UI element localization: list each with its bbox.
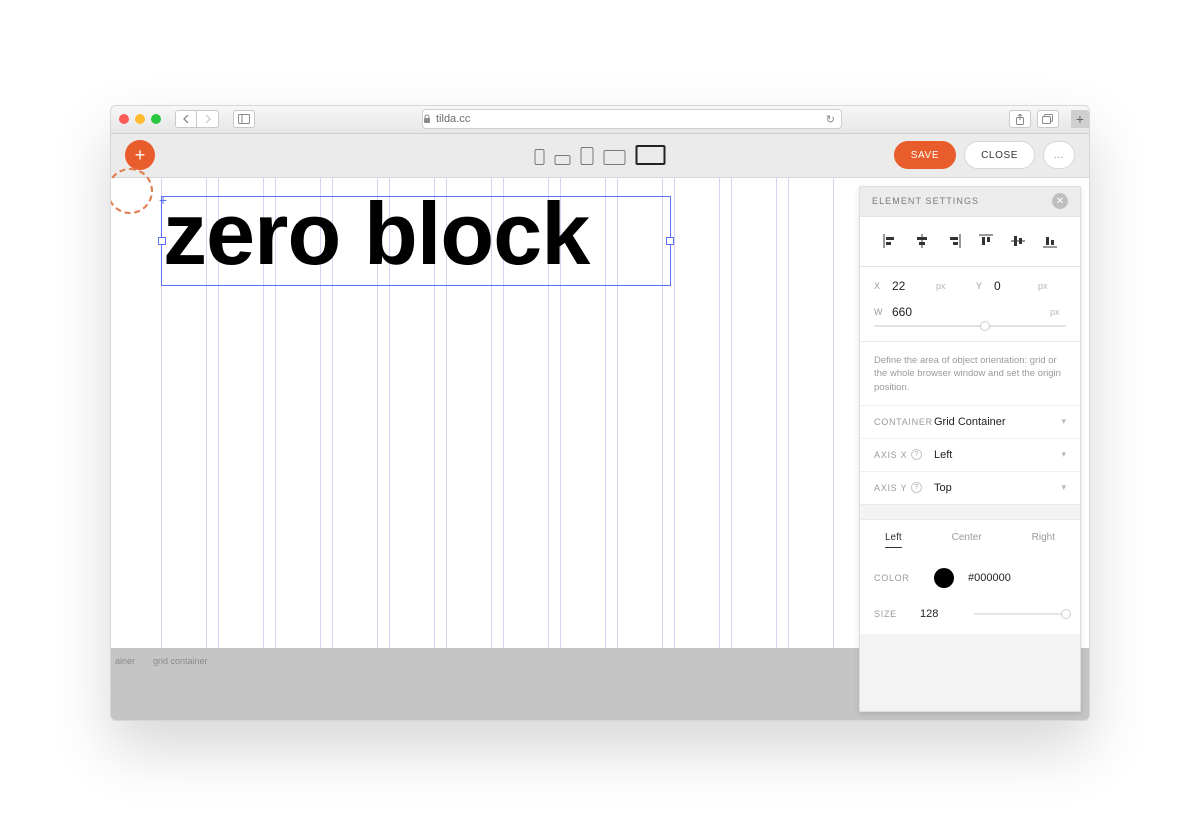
y-unit: px — [1038, 281, 1054, 291]
align-right-icon[interactable] — [945, 232, 963, 250]
forward-button[interactable] — [197, 110, 219, 128]
tab-align-right[interactable]: Right — [1032, 532, 1055, 548]
container-label: CONTAINER — [874, 417, 934, 427]
orientation-description: Define the area of object orientation: g… — [860, 342, 1080, 405]
viewport-tablet-landscape[interactable] — [604, 150, 626, 165]
viewport-mobile-portrait[interactable] — [535, 149, 545, 165]
align-bottom-icon[interactable] — [1041, 232, 1059, 250]
color-swatch[interactable] — [934, 568, 954, 588]
address-bar[interactable]: tilda.cc ↻ — [422, 109, 842, 129]
browser-chrome: tilda.cc ↻ + — [111, 106, 1089, 134]
close-window-icon[interactable] — [119, 114, 129, 124]
chevron-down-icon: ▾ — [1061, 482, 1066, 493]
container-dropdown[interactable]: CONTAINER Grid Container ▾ — [860, 405, 1080, 438]
share-button[interactable] — [1009, 110, 1031, 128]
app-toolbar: + SAVE CLOSE ... — [111, 134, 1089, 178]
color-label: COLOR — [874, 573, 920, 583]
alignment-tools — [860, 217, 1080, 267]
resize-handle-left[interactable] — [158, 237, 166, 245]
viewport-switcher — [535, 145, 666, 165]
nav-buttons — [175, 110, 219, 128]
size-label: SIZE — [874, 609, 920, 619]
axis-x-value: Left — [934, 449, 1061, 461]
tab-align-center[interactable]: Center — [952, 532, 982, 548]
w-unit: px — [1050, 307, 1066, 317]
color-row: COLOR #000000 — [860, 558, 1080, 598]
axis-y-value: Top — [934, 482, 1061, 494]
canvas-footer-labels: ainer grid container — [111, 656, 208, 712]
y-input[interactable]: 0 — [994, 279, 1032, 293]
workspace: + zero block ainer grid container ELEMEN… — [111, 178, 1089, 720]
more-button[interactable]: ... — [1043, 141, 1075, 169]
container-value: Grid Container — [934, 416, 1061, 428]
align-left-icon[interactable] — [881, 232, 899, 250]
w-label: W — [874, 307, 886, 317]
align-top-icon[interactable] — [977, 232, 995, 250]
url-host: tilda.cc — [436, 113, 470, 125]
reload-icon[interactable]: ↻ — [826, 113, 835, 126]
help-icon[interactable]: ? — [911, 449, 922, 460]
new-tab-button[interactable]: + — [1071, 110, 1089, 128]
size-slider[interactable] — [974, 613, 1066, 615]
resize-handle-right[interactable] — [666, 237, 674, 245]
close-panel-button[interactable]: ✕ — [1052, 193, 1068, 209]
align-center-h-icon[interactable] — [913, 232, 931, 250]
selection-box[interactable] — [161, 196, 671, 286]
position-section: X 22 px Y 0 px W 660 px — [860, 267, 1080, 342]
text-align-tabs: Left Center Right — [860, 519, 1080, 558]
minimize-window-icon[interactable] — [135, 114, 145, 124]
help-icon[interactable]: ? — [911, 482, 922, 493]
axis-x-dropdown[interactable]: AXIS X? Left ▾ — [860, 438, 1080, 471]
x-input[interactable]: 22 — [892, 279, 930, 293]
axis-y-dropdown[interactable]: AXIS Y? Top ▾ — [860, 471, 1080, 505]
size-row: SIZE 128 — [860, 598, 1080, 634]
close-icon: ✕ — [1056, 196, 1064, 207]
maximize-window-icon[interactable] — [151, 114, 161, 124]
browser-window: tilda.cc ↻ + + SAVE CLOSE ... — [110, 105, 1090, 721]
sidebar-toggle-button[interactable] — [233, 110, 255, 128]
axis-y-label: AXIS Y? — [874, 482, 934, 493]
viewport-mobile-landscape[interactable] — [555, 155, 571, 165]
plus-icon: + — [135, 145, 146, 166]
ruler-label: grid container — [153, 656, 208, 712]
size-value[interactable]: 128 — [920, 608, 954, 620]
chevron-down-icon: ▾ — [1061, 449, 1066, 460]
viewport-tablet-portrait[interactable] — [581, 147, 594, 165]
width-slider[interactable] — [874, 325, 1066, 327]
tabs-button[interactable] — [1037, 110, 1059, 128]
align-center-v-icon[interactable] — [1009, 232, 1027, 250]
y-label: Y — [976, 281, 988, 291]
element-settings-panel: ELEMENT SETTINGS ✕ X 22 px Y 0 — [859, 186, 1081, 712]
axis-x-label: AXIS X? — [874, 449, 934, 460]
traffic-lights — [119, 114, 161, 124]
panel-header: ELEMENT SETTINGS ✕ — [860, 187, 1080, 217]
lock-icon — [423, 114, 431, 124]
x-unit: px — [936, 281, 952, 291]
chevron-down-icon: ▾ — [1061, 416, 1066, 427]
color-value[interactable]: #000000 — [968, 572, 1066, 584]
save-button[interactable]: SAVE — [894, 141, 956, 169]
tab-align-left[interactable]: Left — [885, 532, 902, 548]
ruler-label: ainer — [115, 656, 135, 712]
viewport-desktop[interactable] — [636, 145, 666, 165]
x-label: X — [874, 281, 886, 291]
back-button[interactable] — [175, 110, 197, 128]
close-button[interactable]: CLOSE — [964, 141, 1035, 169]
panel-title: ELEMENT SETTINGS — [872, 196, 979, 206]
w-input[interactable]: 660 — [892, 305, 930, 319]
add-element-button[interactable]: + — [125, 140, 155, 170]
